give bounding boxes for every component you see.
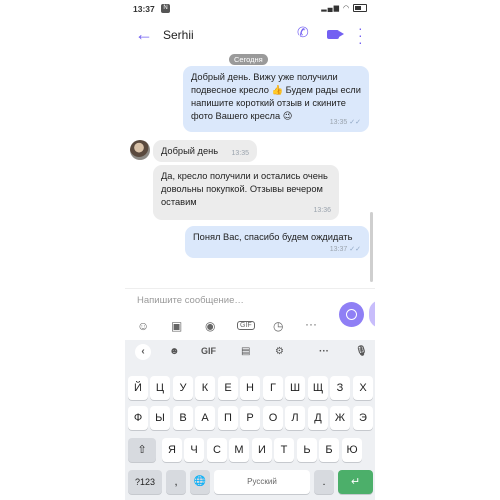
keyboard-row-4: ?123 , 🌐 Русский . ↵ <box>125 470 375 494</box>
more-horizontal-icon[interactable]: ··· <box>319 346 329 357</box>
sticker-icon[interactable]: ☺ <box>137 319 149 333</box>
wifi-icon: ◠ <box>342 5 351 12</box>
comma-key[interactable]: , <box>166 470 186 494</box>
key[interactable]: С <box>207 438 227 462</box>
send-button[interactable] <box>339 302 364 327</box>
gif-icon[interactable]: GIF <box>237 321 255 330</box>
message-bubble-incoming[interactable]: Да, кресло получили и остались очень дов… <box>153 165 339 220</box>
message-time: 13:37 ✓✓ <box>329 246 361 253</box>
key[interactable]: В <box>173 406 193 430</box>
message-composer: Напишите сообщение… ☺ ▣ ◉ GIF ◷ ··· <box>125 288 375 341</box>
signal-icon: ▂▄▆ <box>321 5 340 12</box>
key[interactable]: М <box>229 438 249 462</box>
message-text: Понял Вас, спасибо будем ождидать <box>193 232 353 242</box>
keyboard-toolbar: ‹ ☻ GIF ▤ ⚙ ··· 🎙 <box>125 340 375 368</box>
key[interactable]: Ц <box>150 376 170 400</box>
key[interactable]: Э <box>353 406 373 430</box>
key[interactable]: У <box>173 376 193 400</box>
avatar[interactable] <box>130 140 150 160</box>
clipboard-icon[interactable]: ▤ <box>241 346 250 357</box>
key[interactable]: Ж <box>330 406 350 430</box>
message-bubble-outgoing[interactable]: Добрый день. Вижу уже получили подвесное… <box>183 66 369 132</box>
message-text: Добрый день. Вижу уже получили подвесное… <box>191 72 361 121</box>
chat-area[interactable]: Сегодня Добрый день. Вижу уже получили п… <box>125 52 375 288</box>
globe-icon[interactable]: 🌐 <box>190 470 210 494</box>
key[interactable]: З <box>330 376 350 400</box>
space-key[interactable]: Русский <box>214 470 310 494</box>
key[interactable]: Х <box>353 376 373 400</box>
key[interactable]: О <box>263 406 283 430</box>
phone-screen: 13:37 N ▂▄▆ ◠ ← Serhii ✆ · · · Сегодня Доб… <box>125 0 375 500</box>
more-horizontal-icon[interactable]: ··· <box>305 317 317 331</box>
key[interactable]: Ь <box>297 438 317 462</box>
message-text: Добрый день <box>161 146 219 156</box>
keyboard-row-3: ⇧ Я Ч С М И Т Ь Б Ю <box>125 438 375 462</box>
chevron-left-icon[interactable]: ‹ <box>135 344 151 360</box>
enter-key[interactable]: ↵ <box>338 470 373 494</box>
key[interactable]: Д <box>308 406 328 430</box>
key[interactable]: А <box>195 406 215 430</box>
timer-icon[interactable]: ◷ <box>273 319 283 333</box>
message-text: Да, кресло получили и остались очень дов… <box>161 171 328 207</box>
key[interactable]: Е <box>218 376 238 400</box>
key[interactable]: Л <box>285 406 305 430</box>
key[interactable]: П <box>218 406 238 430</box>
key[interactable]: Н <box>240 376 260 400</box>
send-button-edge <box>369 300 375 328</box>
message-input[interactable]: Напишите сообщение… <box>137 295 244 306</box>
keyboard: ‹ ☻ GIF ▤ ⚙ ··· 🎙 Й Ц У К Е Н Г Ш Щ З Х … <box>125 340 375 500</box>
key[interactable]: К <box>195 376 215 400</box>
scrollbar[interactable] <box>370 212 373 282</box>
message-bubble-incoming[interactable]: Добрый день 13:35 <box>153 140 257 162</box>
keyboard-row-2: Ф Ы В А П Р О Л Д Ж Э <box>125 406 375 430</box>
key[interactable]: Т <box>274 438 294 462</box>
status-time: 13:37 <box>133 4 155 14</box>
message-time: 13:36 <box>313 207 331 214</box>
notification-icon: N <box>161 4 170 13</box>
more-vertical-icon[interactable]: · · · <box>358 21 363 49</box>
key[interactable]: Щ <box>308 376 328 400</box>
key[interactable]: Р <box>240 406 260 430</box>
key[interactable]: Ы <box>150 406 170 430</box>
arrow-left-icon[interactable]: ← <box>135 24 153 45</box>
key[interactable]: Ф <box>128 406 148 430</box>
key[interactable]: Г <box>263 376 283 400</box>
chat-header: ← Serhii ✆ · · · <box>125 18 375 52</box>
message-time: 13:35 ✓✓ <box>329 119 361 126</box>
key[interactable]: Я <box>162 438 182 462</box>
microphone-icon[interactable]: 🎙 <box>355 346 368 357</box>
date-separator: Сегодня <box>229 54 268 65</box>
message-time: 13:35 <box>231 150 249 157</box>
phone-icon[interactable]: ✆ <box>297 24 309 41</box>
sticker-icon[interactable]: ☻ <box>169 346 180 357</box>
shift-key[interactable]: ⇧ <box>128 438 156 462</box>
key[interactable]: И <box>252 438 272 462</box>
message-bubble-outgoing[interactable]: Понял Вас, спасибо будем ождидать 13:37 ✓… <box>185 226 369 258</box>
gear-icon[interactable]: ⚙ <box>275 346 284 357</box>
key[interactable]: Ю <box>342 438 362 462</box>
numbers-key[interactable]: ?123 <box>128 470 162 494</box>
key[interactable]: Б <box>319 438 339 462</box>
read-ticks-icon: ✓✓ <box>349 246 361 253</box>
battery-icon <box>353 4 367 13</box>
key[interactable]: Й <box>128 376 148 400</box>
period-key[interactable]: . <box>314 470 334 494</box>
gallery-icon[interactable]: ▣ <box>171 319 182 333</box>
contact-name[interactable]: Serhii <box>163 28 194 42</box>
gif-button[interactable]: GIF <box>201 346 216 356</box>
status-icons: ▂▄▆ ◠ <box>321 4 367 13</box>
key[interactable]: Ш <box>285 376 305 400</box>
read-ticks-icon: ✓✓ <box>349 119 361 126</box>
status-bar: 13:37 N ▂▄▆ ◠ <box>125 0 375 18</box>
key[interactable]: Ч <box>184 438 204 462</box>
keyboard-row-1: Й Ц У К Е Н Г Ш Щ З Х <box>125 376 375 400</box>
video-call-icon[interactable] <box>327 30 339 39</box>
camera-icon[interactable]: ◉ <box>205 319 215 333</box>
